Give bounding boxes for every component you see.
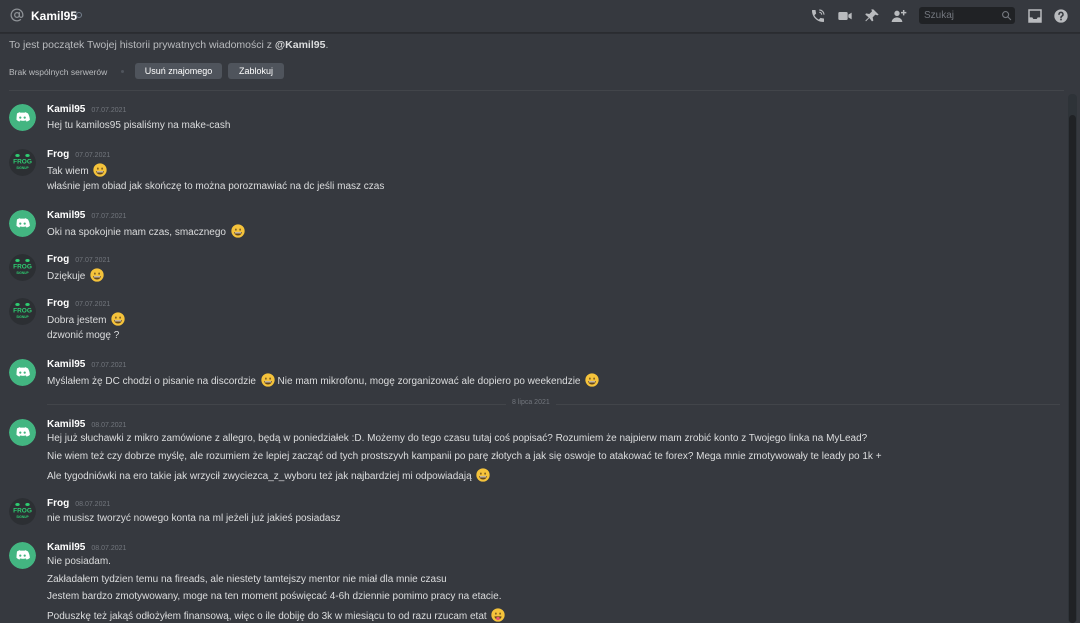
message-text: Dziękuje [47, 268, 104, 282]
message-text: nie musisz tworzyć nowego konta na ml je… [47, 513, 341, 524]
message-author[interactable]: Kamil95 07.07.2021 [47, 104, 126, 115]
at-sign-icon [10, 8, 24, 22]
message-timestamp: 07.07.2021 [75, 257, 111, 264]
frog-logo-icon: FROG SIGNUP [9, 498, 36, 525]
frog-logo-icon: FROG SIGNUP [9, 149, 36, 176]
svg-text:FROG: FROG [13, 264, 32, 271]
message-text: Dobra jestem [47, 312, 125, 326]
help-icon[interactable] [1053, 8, 1069, 24]
avatar[interactable] [9, 542, 36, 569]
message-text: dzwonić mogę ? [47, 330, 120, 341]
message-text: Myślałem żę DC chodzi o pisanie na disco… [47, 373, 599, 387]
message-timestamp: 07.07.2021 [91, 107, 127, 114]
message-timestamp: 07.07.2021 [91, 213, 127, 220]
message-timestamp: 08.07.2021 [91, 545, 127, 552]
avatar[interactable]: FROG SIGNUP [9, 149, 36, 176]
mutual-servers-text: Brak wspólnych serwerów [9, 67, 108, 77]
search-bar[interactable] [919, 7, 1015, 24]
dm-start-username: @Kamil95 [274, 39, 326, 51]
message-author[interactable]: Frog 08.07.2021 [47, 498, 110, 509]
message-author[interactable]: Frog 07.07.2021 [47, 298, 110, 309]
svg-text:SIGNUP: SIGNUP [16, 315, 29, 319]
avatar[interactable]: FROG SIGNUP [9, 254, 36, 281]
pinned-messages-icon[interactable] [864, 8, 880, 24]
message-text: Nie posiadam. [47, 556, 111, 567]
remove-friend-button[interactable]: Usuń znajomego [135, 63, 222, 79]
message-timestamp: 08.07.2021 [75, 501, 111, 508]
tongue-emoji-icon [491, 608, 506, 622]
message-author[interactable]: Frog 07.07.2021 [47, 254, 110, 265]
message-text: Hej tu kamilos95 pisaliśmy na make-cash [47, 120, 231, 131]
message-author[interactable]: Kamil95 07.07.2021 [47, 210, 126, 221]
message-author[interactable]: Kamil95 07.07.2021 [47, 359, 126, 370]
message-timestamp: 07.07.2021 [75, 301, 111, 308]
avatar[interactable] [9, 359, 36, 386]
search-input[interactable] [919, 7, 1000, 24]
discord-logo-icon [9, 210, 36, 237]
svg-text:FROG: FROG [13, 508, 32, 515]
dm-start-text: To jest początek Twojej historii prywatn… [9, 39, 329, 51]
search-icon [1002, 11, 1012, 21]
avatar[interactable]: FROG SIGNUP [9, 298, 36, 325]
inbox-icon[interactable] [1027, 8, 1043, 24]
message-text: Ale tygodniówki na ero takie jak wrzycił… [47, 468, 491, 482]
avatar[interactable]: FROG SIGNUP [9, 498, 36, 525]
block-button[interactable]: Zablokuj [228, 63, 284, 79]
offline-status-icon [76, 12, 82, 18]
message-timestamp: 07.07.2021 [91, 362, 127, 369]
svg-text:FROG: FROG [13, 159, 32, 166]
video-call-icon[interactable] [837, 8, 853, 24]
message-text: Poduszkę też jakąś odłożyłem finansową, … [47, 608, 506, 622]
message-author[interactable]: Kamil95 08.07.2021 [47, 542, 126, 553]
avatar[interactable] [9, 210, 36, 237]
discord-logo-icon [9, 359, 36, 386]
frog-logo-icon: FROG SIGNUP [9, 298, 36, 325]
discord-logo-icon [9, 419, 36, 446]
message-timestamp: 08.07.2021 [91, 422, 127, 429]
svg-text:SIGNUP: SIGNUP [16, 515, 29, 519]
add-friends-to-dm-icon[interactable] [891, 8, 907, 24]
grinning-emoji-icon [93, 163, 108, 177]
message-text: Zakładałem tydzien temu na fireads, ale … [47, 574, 447, 585]
avatar[interactable] [9, 104, 36, 131]
date-divider-label: 8 lipca 2021 [506, 399, 556, 406]
message-timestamp: 07.07.2021 [75, 152, 111, 159]
grinning-emoji-icon [231, 224, 245, 238]
frog-logo-icon: FROG SIGNUP [9, 254, 36, 281]
message-text: Tak wiem [47, 163, 108, 177]
message-author[interactable]: Kamil95 08.07.2021 [47, 419, 126, 430]
message-text: właśnie jem obiad jak skończę to można p… [47, 181, 385, 192]
dm-recipient-name[interactable]: Kamil95 [31, 9, 77, 23]
grinning-emoji-icon [476, 468, 491, 482]
message-text: Oki na spokojnie mam czas, smacznego [47, 224, 245, 238]
svg-text:SIGNUP: SIGNUP [16, 166, 29, 170]
avatar[interactable] [9, 419, 36, 446]
message-text: Hej już słuchawki z mikro zamówione z al… [47, 433, 868, 444]
discord-logo-icon [9, 104, 36, 131]
message-text: Jestem bardzo zmotywowany, moge na ten m… [47, 591, 502, 602]
voice-call-icon[interactable] [810, 8, 826, 24]
grinning-emoji-icon [90, 268, 104, 282]
grinning-emoji-icon [585, 373, 599, 387]
separator-dot [121, 70, 124, 73]
svg-text:FROG: FROG [13, 308, 32, 315]
scrollbar-thumb[interactable] [1069, 115, 1076, 623]
message-author[interactable]: Frog 07.07.2021 [47, 149, 110, 160]
svg-text:SIGNUP: SIGNUP [16, 271, 29, 275]
grinning-emoji-icon [261, 373, 275, 387]
grinning-emoji-icon [111, 312, 125, 326]
message-text: Nie wiem też czy dobrze myślę, ale rozum… [47, 451, 882, 462]
channel-header: Kamil95 [0, 0, 1080, 33]
intro-divider [9, 90, 1064, 91]
discord-logo-icon [9, 542, 36, 569]
